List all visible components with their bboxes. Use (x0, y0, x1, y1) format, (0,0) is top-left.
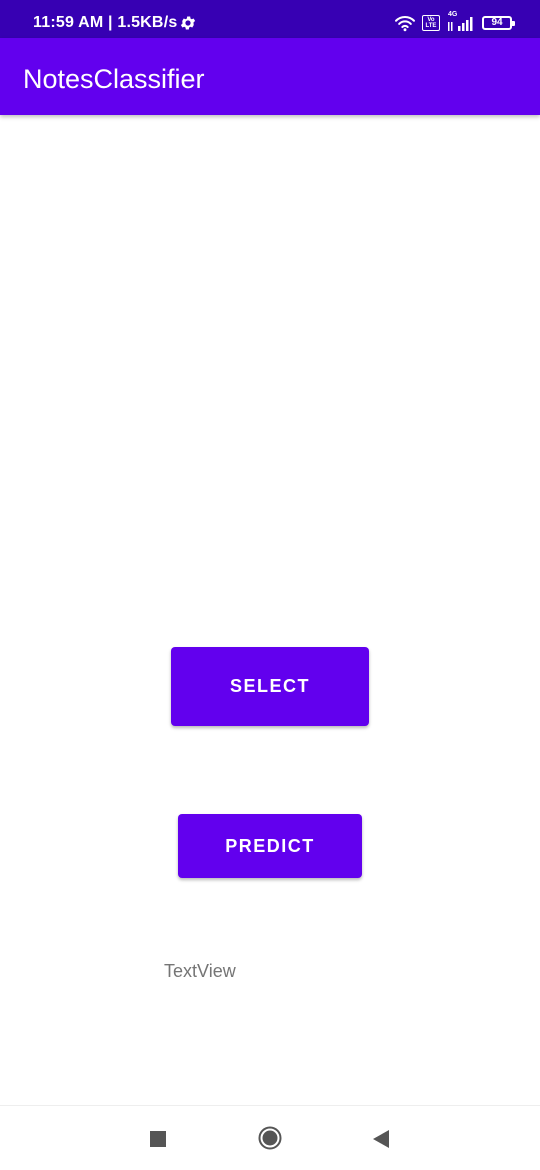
home-icon[interactable] (258, 1126, 282, 1150)
recent-apps-icon[interactable] (150, 1131, 166, 1147)
wifi-icon (395, 16, 415, 32)
predict-button[interactable]: PREDICT (178, 814, 362, 878)
volte-icon: Vo LTE (422, 15, 440, 31)
navigation-bar (0, 1105, 540, 1170)
app-bar: NotesClassifier (0, 38, 540, 115)
signal-icon: 4G (446, 11, 476, 32)
status-bar: 11:59 AM | 1.5KB/s Vo LTE 4G 94 (0, 0, 540, 38)
status-icons: Vo LTE 4G 94 (394, 11, 515, 34)
result-text-view: TextView (164, 961, 236, 981)
back-icon[interactable] (372, 1129, 390, 1149)
screen: 11:59 AM | 1.5KB/s Vo LTE 4G 94 NotesCla… (0, 0, 540, 1170)
app-title: NotesClassifier (23, 64, 205, 94)
select-button[interactable]: SELECT (171, 647, 369, 726)
status-time: 11:59 AM | 1.5KB/s (33, 14, 178, 31)
battery-icon: 94 (482, 16, 515, 30)
battery-level: 94 (491, 17, 503, 28)
gear-icon (180, 16, 196, 30)
